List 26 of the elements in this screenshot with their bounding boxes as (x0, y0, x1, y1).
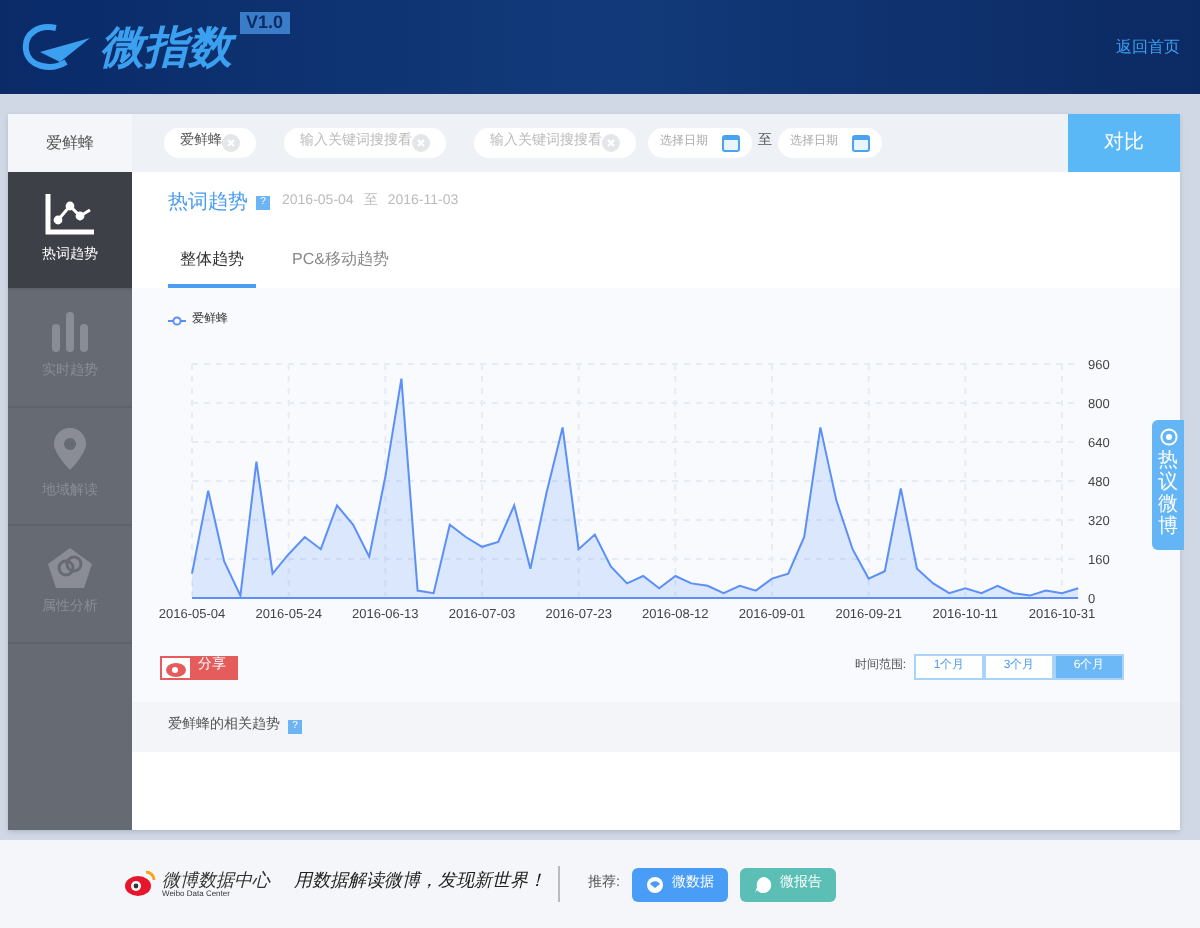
keyword-label: 爱鲜蜂 (8, 114, 132, 172)
home-link[interactable]: 返回首页 (1116, 35, 1180, 59)
logo-text: 微指数 (100, 25, 232, 69)
calendar-icon[interactable] (722, 134, 740, 152)
weibo-icon (162, 657, 190, 677)
compare-button[interactable]: 对比 (1068, 114, 1180, 172)
clear-icon[interactable] (602, 134, 620, 152)
gender-symbol-icon (48, 548, 92, 589)
target-icon (1159, 428, 1177, 446)
legend-icon (168, 316, 186, 326)
logo-icon (20, 21, 92, 73)
chat-bubble-icon (753, 875, 772, 893)
version-badge: V1.0 (240, 12, 290, 34)
clear-icon[interactable] (412, 134, 430, 152)
side-tab[interactable]: 热议微博 (1152, 420, 1184, 550)
weibo-logo-icon (124, 870, 156, 898)
calendar-icon[interactable] (852, 134, 870, 152)
brand-name: 微博数据中心 (162, 871, 270, 889)
panel-title: 热词趋势 (168, 189, 248, 218)
clear-icon[interactable] (222, 134, 240, 152)
swirl-icon (645, 875, 664, 893)
tab[interactable]: PC&移动趋势 (280, 248, 401, 288)
map-pin-icon (52, 428, 88, 473)
slogan: 用数据解读微博，发现新世界！ (294, 870, 546, 897)
line-chart-icon (44, 192, 96, 237)
bar-chart-icon (50, 312, 90, 353)
